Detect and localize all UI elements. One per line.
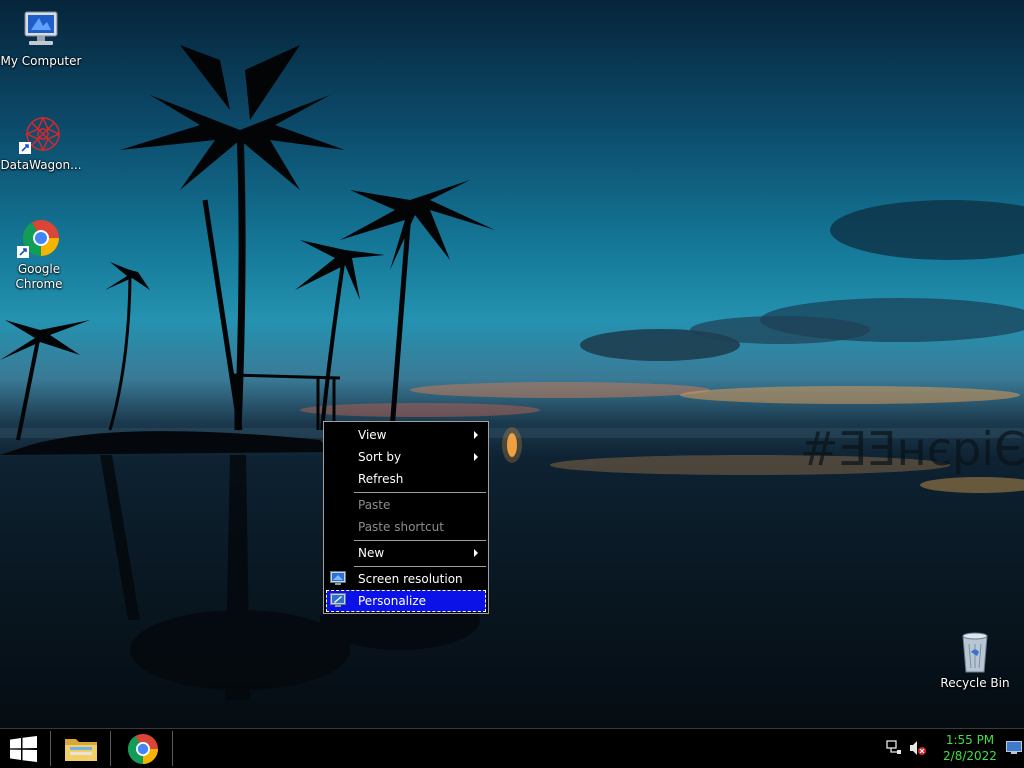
monitor-icon xyxy=(330,593,346,607)
chrome-icon xyxy=(127,734,158,764)
menu-item-label: Refresh xyxy=(358,472,404,486)
taskbar-separator xyxy=(50,731,51,766)
taskbar-separator xyxy=(172,731,173,766)
menu-item-label: Paste xyxy=(358,498,391,512)
menu-item-personalize[interactable]: Personalize xyxy=(326,590,486,612)
clock-date: 2/8/2022 xyxy=(943,749,997,763)
desktop-icon-label: My Computer xyxy=(0,54,82,68)
taskbar-clock[interactable]: 1:55 PM 2/8/2022 xyxy=(932,732,1008,764)
desktop-icon-google-chrome[interactable]: Google Chrome xyxy=(0,216,80,292)
desktop[interactable]: #ƎƎнєріЄОВІ My Computer DataWagon... xyxy=(0,0,1024,728)
menu-separator xyxy=(354,540,486,541)
taskbar-google-chrome[interactable] xyxy=(114,729,170,768)
desktop-icon-datawagon[interactable]: DataWagon... xyxy=(0,112,82,173)
taskbar-separator xyxy=(110,731,111,766)
datawagon-logo-icon xyxy=(19,116,61,154)
menu-item-sort-by[interactable]: Sort by xyxy=(326,446,486,468)
desktop-context-menu: View Sort by Refresh Paste Paste shortcu… xyxy=(323,421,489,614)
desktop-icon-label: Recycle Bin xyxy=(940,676,1010,690)
monitor-icon xyxy=(330,571,346,585)
show-desktop-icon xyxy=(1006,741,1022,754)
menu-item-refresh[interactable]: Refresh xyxy=(326,468,486,490)
network-icon xyxy=(886,740,901,754)
wallpaper-watermark: #ƎƎнєріЄОВІ xyxy=(800,422,1024,476)
folder-icon xyxy=(65,739,97,761)
menu-item-label: Sort by xyxy=(358,450,402,464)
show-desktop-button[interactable] xyxy=(1004,729,1024,768)
taskbar: 1:55 PM 2/8/2022 xyxy=(0,728,1024,768)
wallpaper: #ƎƎнєріЄОВІ xyxy=(0,45,1024,700)
chrome-icon xyxy=(17,220,59,258)
tray-volume[interactable] xyxy=(906,729,928,768)
menu-item-label: Paste shortcut xyxy=(358,520,444,534)
menu-item-label: New xyxy=(358,546,385,560)
menu-item-label: Personalize xyxy=(358,594,427,608)
menu-item-paste[interactable]: Paste xyxy=(326,494,486,516)
submenu-arrow-icon xyxy=(474,453,478,461)
start-button[interactable] xyxy=(0,729,48,768)
tray-network[interactable] xyxy=(884,729,904,768)
menu-item-label: Screen resolution xyxy=(358,572,463,586)
submenu-arrow-icon xyxy=(474,431,478,439)
computer-icon xyxy=(24,11,58,45)
menu-item-view[interactable]: View xyxy=(326,424,486,446)
clock-time: 1:55 PM xyxy=(945,733,995,747)
menu-separator xyxy=(354,492,486,493)
menu-item-screen-resolution[interactable]: Screen resolution xyxy=(326,568,486,590)
menu-item-new[interactable]: New xyxy=(326,542,486,564)
recycle-bin-icon xyxy=(962,632,988,673)
menu-item-paste-shortcut[interactable]: Paste shortcut xyxy=(326,516,486,538)
desktop-icon-recycle-bin[interactable]: Recycle Bin xyxy=(934,630,1016,691)
desktop-icon-label: Google Chrome xyxy=(15,262,63,291)
menu-item-label: View xyxy=(358,428,387,442)
taskbar-file-explorer[interactable] xyxy=(54,729,108,768)
desktop-icon-label: DataWagon... xyxy=(0,158,82,172)
submenu-arrow-icon xyxy=(474,549,478,557)
menu-separator xyxy=(354,566,486,567)
volume-muted-icon xyxy=(910,741,926,755)
desktop-icon-my-computer[interactable]: My Computer xyxy=(0,8,82,69)
windows-logo-icon xyxy=(10,736,37,762)
